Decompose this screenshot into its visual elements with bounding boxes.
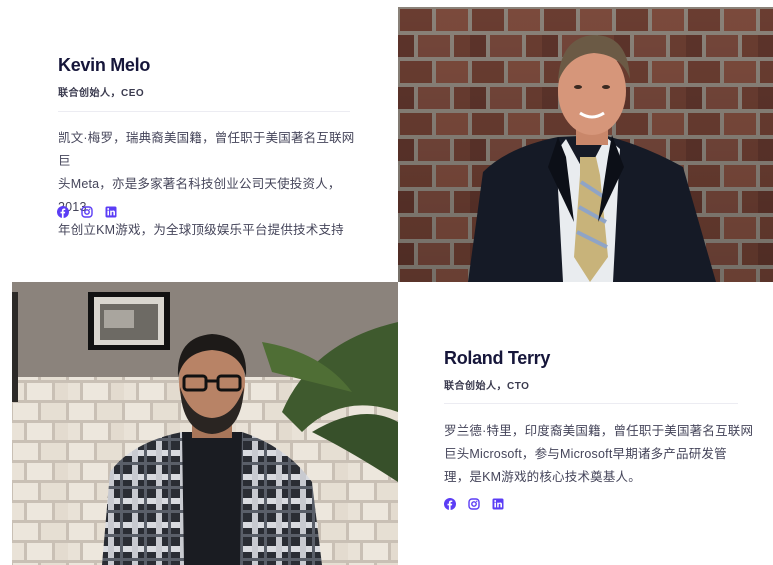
- facebook-icon[interactable]: [444, 498, 456, 510]
- member-role: 联合创始人，CEO: [58, 88, 145, 99]
- linkedin-icon[interactable]: [105, 206, 117, 218]
- instagram-icon[interactable]: [81, 206, 93, 218]
- divider: [444, 403, 738, 404]
- member-bio: 凯文·梅罗，瑞典裔美国籍，曾任职于美国著名互联网巨 头Meta，亦是多家著名科技…: [58, 127, 358, 242]
- member-photo-roland-terry: [12, 282, 398, 565]
- facebook-icon[interactable]: [57, 206, 69, 218]
- linkedin-icon[interactable]: [492, 498, 504, 510]
- member-bio: 罗兰德·特里，印度裔美国籍，曾任职于美国著名互联网 巨头Microsoft，参与…: [444, 420, 754, 489]
- team-card-roland-terry: Roland Terry 联合创始人，CTO 罗兰德·特里，印度裔美国籍，曾任职…: [398, 282, 773, 565]
- instagram-icon[interactable]: [468, 498, 480, 510]
- team-card-kevin-melo: Kevin Melo 联合创始人，CEO 凯文·梅罗，瑞典裔美国籍，曾任职于美国…: [0, 0, 398, 282]
- bio-line: 理，是KM游戏的核心技术奠基人。: [444, 470, 641, 484]
- member-role: 联合创始人，CTO: [444, 381, 530, 392]
- divider: [58, 111, 350, 112]
- member-name: Roland Terry: [444, 348, 551, 368]
- bio-line: 巨头Microsoft，参与Microsoft早期诸多产品研发管: [444, 447, 727, 461]
- social-links: [444, 498, 504, 510]
- bio-line: 年创立KM游戏，为全球顶级娱乐平台提供技术支持: [58, 223, 344, 237]
- social-links: [57, 206, 117, 218]
- member-name: Kevin Melo: [58, 55, 151, 75]
- bio-line: 罗兰德·特里，印度裔美国籍，曾任职于美国著名互联网: [444, 424, 754, 438]
- bio-line: 凯文·梅罗，瑞典裔美国籍，曾任职于美国著名互联网巨: [58, 131, 355, 168]
- member-photo-kevin-melo: [398, 7, 773, 282]
